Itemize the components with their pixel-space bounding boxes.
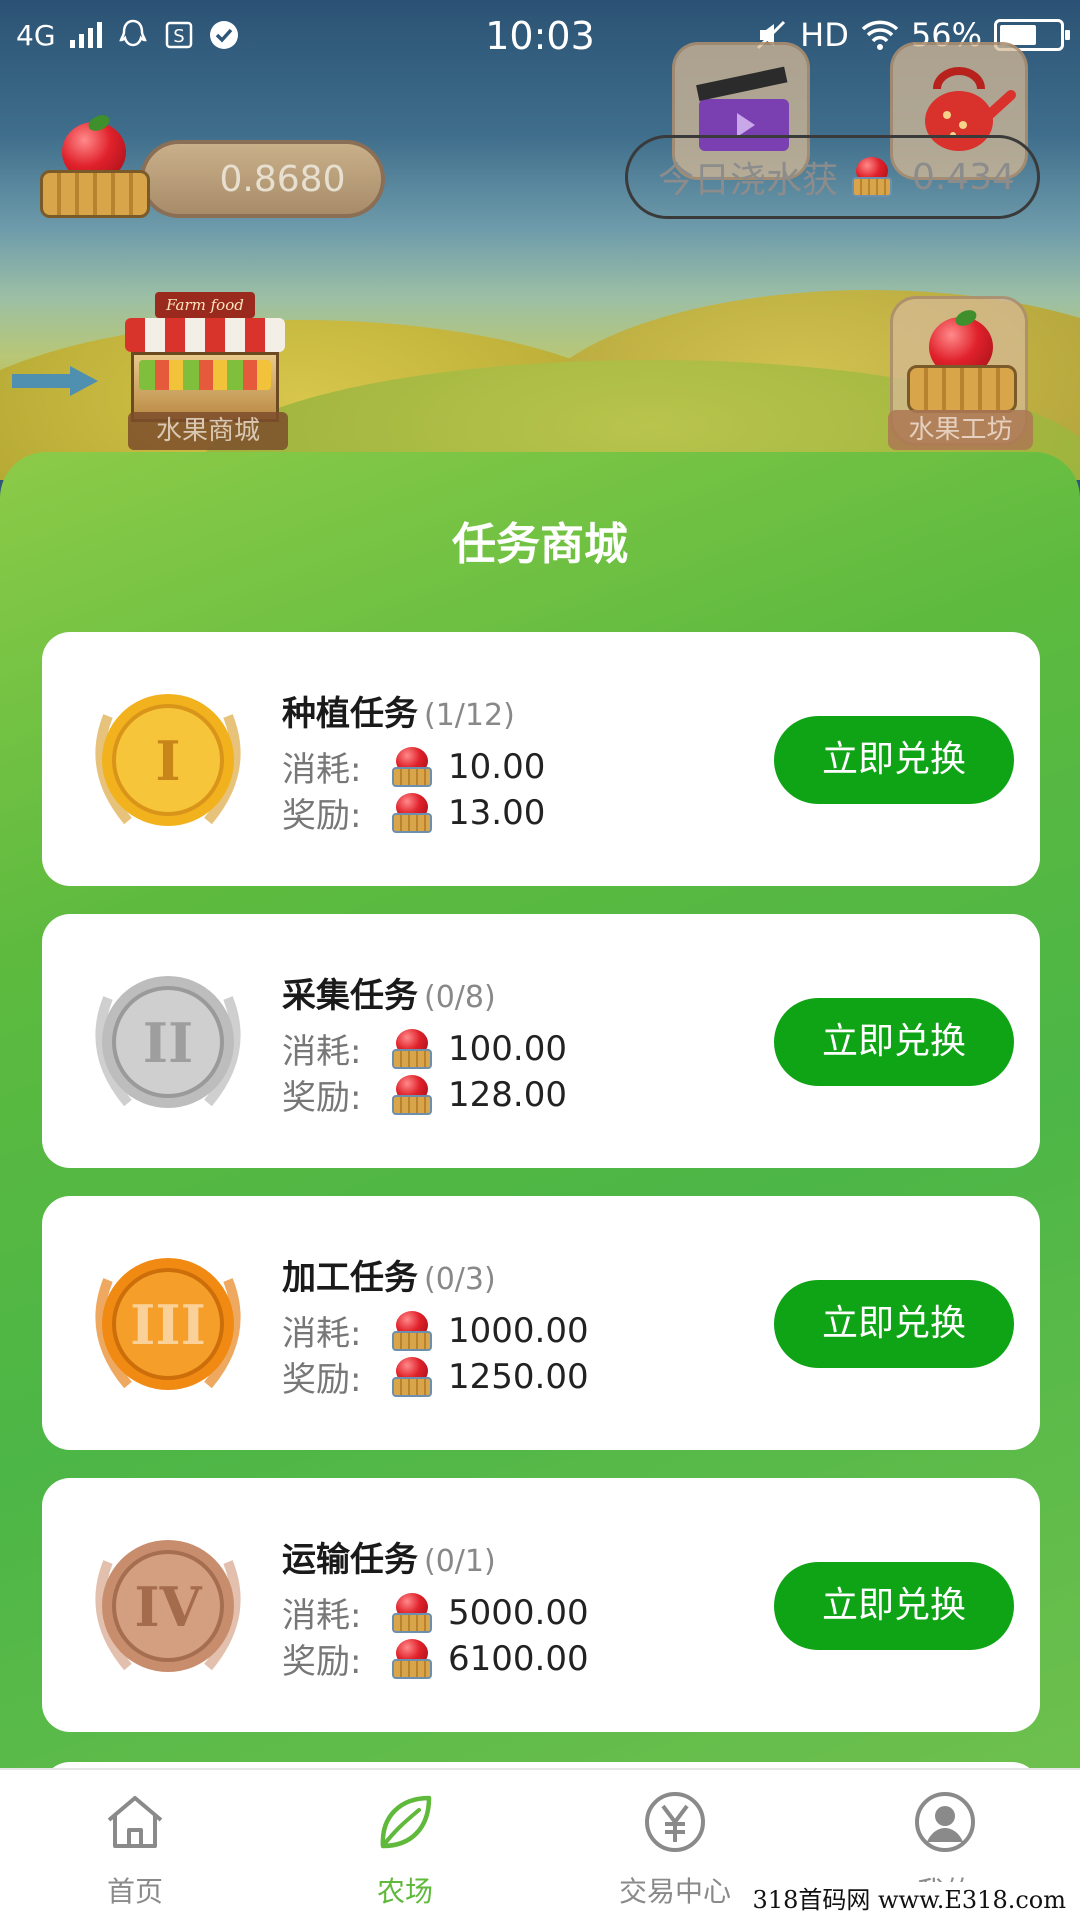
today-value: 0.434 (912, 156, 1016, 198)
reward-row: 奖励: 128.00 (282, 1070, 567, 1119)
gold-medal-icon: I (95, 694, 241, 826)
home-icon (107, 1796, 163, 1848)
consume-label: 消耗: (282, 1314, 362, 1354)
fruit-workshop-label[interactable]: 水果工坊 (888, 410, 1033, 450)
fruit-icon (390, 1074, 434, 1115)
reward-row: 奖励: 13.00 (282, 788, 545, 837)
wifi-icon (861, 20, 899, 50)
medal-numeral: III (130, 1293, 206, 1357)
task-title: 加工任务 (0/3) (282, 1250, 496, 1299)
watermark: 318首码网 www.E318.com (744, 1882, 1074, 1918)
exchange-button[interactable]: 立即兑换 (774, 998, 1014, 1086)
balance-value: 0.8680 (219, 158, 346, 200)
medal-numeral: II (143, 1011, 194, 1075)
task-progress: (1/12) (424, 698, 515, 733)
stall-goods (139, 360, 271, 390)
panel-title: 任务商城 (452, 519, 628, 570)
consume-row: 消耗: 5000.00 (282, 1588, 589, 1637)
medal-numeral: I (155, 729, 180, 793)
task-progress: (0/8) (424, 980, 496, 1015)
reward-value: 13.00 (448, 792, 546, 833)
nav-home[interactable]: 首页 (0, 1770, 270, 1920)
arrow-right-icon (12, 366, 98, 396)
consume-label: 消耗: (282, 1596, 362, 1636)
reward-row: 奖励: 6100.00 (282, 1634, 589, 1683)
reward-value: 1250.00 (448, 1356, 589, 1397)
yen-icon (645, 1792, 705, 1852)
consume-row: 消耗: 100.00 (282, 1024, 567, 1073)
fruit-market-label[interactable]: 水果商城 (128, 412, 288, 450)
exchange-button[interactable]: 立即兑换 (774, 1280, 1014, 1368)
task-name: 采集任务 (282, 976, 418, 1016)
today-label: 今日浇水获 (658, 160, 839, 201)
task-card: III 加工任务 (0/3) 消耗: 1000.00 奖励: 1250.00 立即兑换 (42, 1196, 1040, 1450)
consume-label: 消耗: (282, 1032, 362, 1072)
task-card: II 采集任务 (0/8) 消耗: 100.00 奖励: 128.00 立即兑换 (42, 914, 1040, 1168)
today-watering-reward: 今日浇水获 0.434 (625, 135, 1040, 219)
reward-value: 6100.00 (448, 1638, 589, 1679)
task-card: I 种植任务 (1/12) 消耗: 10.00 奖励: 13.00 立即兑换 (42, 632, 1040, 886)
exchange-button[interactable]: 立即兑换 (774, 1562, 1014, 1650)
task-name: 种植任务 (282, 694, 418, 734)
fruit-icon (390, 792, 434, 833)
fruit-icon (390, 1356, 434, 1397)
task-card: IV 运输任务 (0/1) 消耗: 5000.00 奖励: 6100.00 立即兑换 (42, 1478, 1040, 1732)
task-progress: (0/1) (424, 1544, 496, 1579)
medal-numeral: IV (134, 1575, 202, 1639)
copper-medal-icon: IV (95, 1540, 241, 1672)
reward-label: 奖励: (282, 1360, 362, 1400)
fruit-icon (390, 1310, 434, 1351)
reward-label: 奖励: (282, 796, 362, 836)
fruit-basket-icon (907, 307, 1017, 413)
consume-value: 1000.00 (448, 1310, 589, 1351)
fruit-icon (390, 746, 434, 787)
reward-row: 奖励: 1250.00 (282, 1352, 589, 1401)
reward-label: 奖励: (282, 1078, 362, 1118)
fruit-icon (390, 1592, 434, 1633)
fruit-basket-icon (40, 112, 150, 218)
fruit-icon (390, 1638, 434, 1679)
silver-medal-icon: II (95, 976, 241, 1108)
consume-value: 10.00 (448, 746, 546, 787)
task-title: 采集任务 (0/8) (282, 968, 496, 1017)
fruit-balance: 0.8680 (140, 140, 385, 218)
fruit-icon (390, 1028, 434, 1069)
reward-label: 奖励: (282, 1642, 362, 1682)
nav-label: 农场 (376, 1875, 433, 1908)
consume-row: 消耗: 10.00 (282, 742, 545, 791)
task-title: 运输任务 (0/1) (282, 1532, 496, 1581)
hd-label: HD (800, 16, 849, 54)
task-title: 种植任务 (1/12) (282, 686, 515, 735)
bronze-medal-icon: III (95, 1258, 241, 1390)
fruit-icon (850, 157, 894, 197)
task-name: 运输任务 (282, 1540, 418, 1580)
consume-row: 消耗: 1000.00 (282, 1306, 589, 1355)
consume-label: 消耗: (282, 750, 362, 790)
consume-value: 5000.00 (448, 1592, 589, 1633)
task-progress: (0/3) (424, 1262, 496, 1297)
nav-farm[interactable]: 农场 (270, 1770, 540, 1920)
exchange-button[interactable]: 立即兑换 (774, 716, 1014, 804)
reward-value: 128.00 (448, 1074, 567, 1115)
nav-label: 首页 (106, 1875, 163, 1908)
leaf-icon (380, 1795, 432, 1849)
user-icon (915, 1792, 975, 1852)
task-name: 加工任务 (282, 1258, 418, 1298)
market-sign: Farm food (155, 292, 255, 318)
task-mall-panel: 任务商城 I 种植任务 (1/12) 消耗: 10.00 奖励: 13.00 立即兑换… (0, 452, 1080, 1768)
consume-value: 100.00 (448, 1028, 567, 1069)
awning (125, 318, 285, 352)
